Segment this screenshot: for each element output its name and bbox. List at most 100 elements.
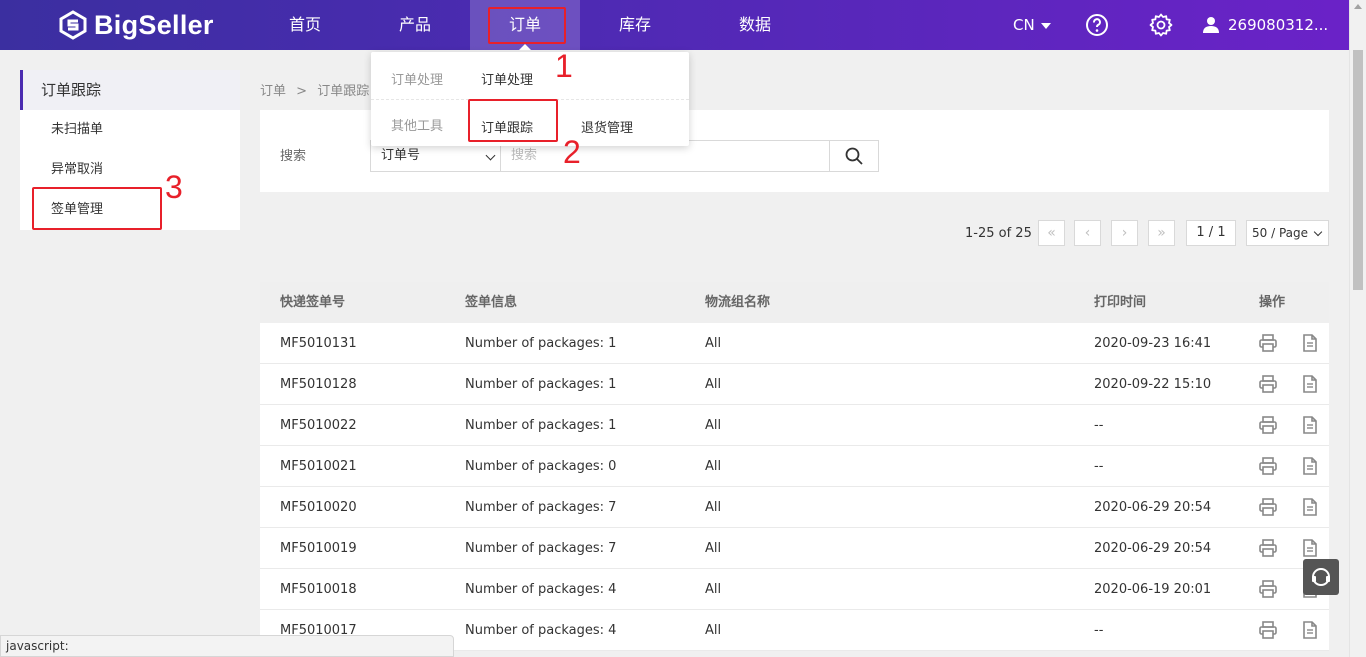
table-header: 快递签单号 签单信息 物流组名称 打印时间 操作 (260, 282, 1329, 323)
tracking-number-cell: MF5010022 (280, 418, 357, 433)
logistics-group-cell: All (705, 377, 722, 392)
nav-home[interactable]: 首页 (250, 0, 360, 50)
scroll-up-arrow-icon[interactable] (1354, 4, 1362, 9)
print-icon[interactable] (1258, 497, 1278, 517)
dropdown-row-order-processing: 订单处理 订单处理 (371, 54, 689, 100)
print-time-cell: 2020-06-19 20:01 (1094, 582, 1212, 597)
print-time-cell: -- (1094, 623, 1104, 638)
logistics-group-cell: All (705, 541, 722, 556)
print-time-cell: 2020-06-29 20:54 (1094, 500, 1212, 515)
nav-products[interactable]: 产品 (360, 0, 470, 50)
signing-info-cell: Number of packages: 0 (465, 459, 617, 474)
language-label: CN (1013, 16, 1035, 34)
print-icon[interactable] (1258, 579, 1278, 599)
caret-up-icon (519, 44, 531, 50)
signing-info-cell: Number of packages: 1 (465, 377, 617, 392)
header-print-time: 打印时间 (1094, 295, 1147, 310)
header-logistics-group: 物流组名称 (705, 295, 771, 310)
prev-page-button[interactable]: ‹ (1074, 220, 1101, 246)
document-icon[interactable] (1300, 333, 1320, 353)
pagination-summary: 1-25 of 25 (965, 226, 1032, 241)
print-icon[interactable] (1258, 456, 1278, 476)
logistics-group-cell: All (705, 418, 722, 433)
print-icon[interactable] (1258, 415, 1278, 435)
page-size-select[interactable]: 50 / Page (1246, 220, 1329, 246)
headset-icon (1312, 568, 1330, 586)
print-time-cell: -- (1094, 418, 1104, 433)
logistics-group-cell: All (705, 623, 722, 638)
signing-info-cell: Number of packages: 4 (465, 582, 617, 597)
logistics-group-cell: All (705, 500, 722, 515)
print-icon[interactable] (1258, 620, 1278, 640)
table-body: MF5010131 Number of packages: 1 All 2020-09… (260, 323, 1329, 651)
document-icon[interactable] (1300, 456, 1320, 476)
table-row: MF5010020 Number of packages: 7 All 2020-06… (260, 487, 1329, 528)
chevron-down-icon (485, 150, 496, 161)
user-menu[interactable]: 269080312... (1202, 0, 1328, 50)
logistics-group-cell: All (705, 336, 722, 351)
tracking-number-cell: MF5010021 (280, 459, 357, 474)
page-number-input[interactable]: 1 / 1 (1186, 220, 1236, 246)
signing-info-cell: Number of packages: 1 (465, 418, 617, 433)
signing-info-cell: Number of packages: 7 (465, 541, 617, 556)
logo-text: BigSeller (94, 9, 214, 40)
search-button[interactable] (829, 140, 879, 172)
document-icon[interactable] (1300, 374, 1320, 394)
print-time-cell: 2020-09-23 16:41 (1094, 336, 1212, 351)
nav-data[interactable]: 数据 (700, 0, 810, 50)
help-icon[interactable] (1085, 13, 1109, 37)
header-signing-info: 签单信息 (465, 295, 518, 310)
table-row: MF5010021 Number of packages: 0 All -- (260, 446, 1329, 487)
signing-info-cell: Number of packages: 4 (465, 623, 617, 638)
chevron-down-icon (1040, 22, 1051, 29)
last-page-button[interactable]: » (1148, 220, 1175, 246)
dropdown-category: 订单处理 (391, 73, 444, 88)
page-scrollbar[interactable] (1349, 0, 1366, 657)
first-page-button[interactable]: « (1038, 220, 1065, 246)
user-icon (1203, 17, 1219, 33)
table-row: MF5010128 Number of packages: 1 All 2020-09… (260, 364, 1329, 405)
page-size-value: 50 / Page (1252, 226, 1308, 240)
gear-icon[interactable] (1149, 13, 1173, 37)
top-navbar: BigSeller 首页 产品 订单 库存 数据 CN 269080312... (0, 0, 1366, 50)
next-page-button[interactable]: › (1111, 220, 1138, 246)
language-select[interactable]: CN (1013, 0, 1051, 50)
logistics-group-cell: All (705, 459, 722, 474)
print-icon[interactable] (1258, 333, 1278, 353)
menu-item-order-processing[interactable]: 订单处理 (481, 69, 533, 88)
document-icon[interactable] (1300, 620, 1320, 640)
dropdown-category: 其他工具 (391, 119, 444, 134)
bigseller-logo[interactable]: BigSeller (58, 9, 214, 41)
search-field-value: 订单号 (381, 148, 421, 163)
print-icon[interactable] (1258, 374, 1278, 394)
signing-table: 快递签单号 签单信息 物流组名称 打印时间 操作 MF5010131 Number… (260, 282, 1329, 651)
highlight-box-1 (488, 7, 566, 44)
document-icon[interactable] (1300, 415, 1320, 435)
highlight-box-2 (468, 99, 558, 142)
table-row: MF5010022 Number of packages: 1 All -- (260, 405, 1329, 446)
customer-support-button[interactable] (1303, 559, 1339, 595)
scrollbar-thumb[interactable] (1353, 50, 1363, 290)
chevron-down-icon (1313, 227, 1323, 237)
document-icon[interactable] (1300, 497, 1320, 517)
logistics-group-cell: All (705, 582, 722, 597)
print-icon[interactable] (1258, 538, 1278, 558)
tracking-number-cell: MF5010020 (280, 500, 357, 515)
document-icon[interactable] (1300, 538, 1320, 558)
breadcrumb-orders[interactable]: 订单 (260, 84, 286, 99)
breadcrumb-current: 订单跟踪 (317, 84, 370, 99)
tracking-number-cell: MF5010018 (280, 582, 357, 597)
print-time-cell: 2020-06-29 20:54 (1094, 541, 1212, 556)
sidebar-item-unscanned[interactable]: 未扫描单 (20, 110, 240, 150)
table-row: MF5010131 Number of packages: 1 All 2020-09… (260, 323, 1329, 364)
tracking-number-cell: MF5010019 (280, 541, 357, 556)
sidebar-item-abnormal-cancel[interactable]: 异常取消 (20, 150, 240, 190)
menu-item-returns-management[interactable]: 退货管理 (581, 117, 633, 136)
annotation-number-2: 2 (563, 134, 581, 170)
breadcrumb: 订单 > 订单跟踪 (260, 80, 375, 99)
header-actions: 操作 (1259, 295, 1286, 310)
nav-inventory[interactable]: 库存 (580, 0, 690, 50)
highlight-box-3 (32, 187, 162, 230)
header-tracking-number: 快递签单号 (280, 295, 346, 310)
sidebar-title[interactable]: 订单跟踪 (20, 70, 240, 110)
